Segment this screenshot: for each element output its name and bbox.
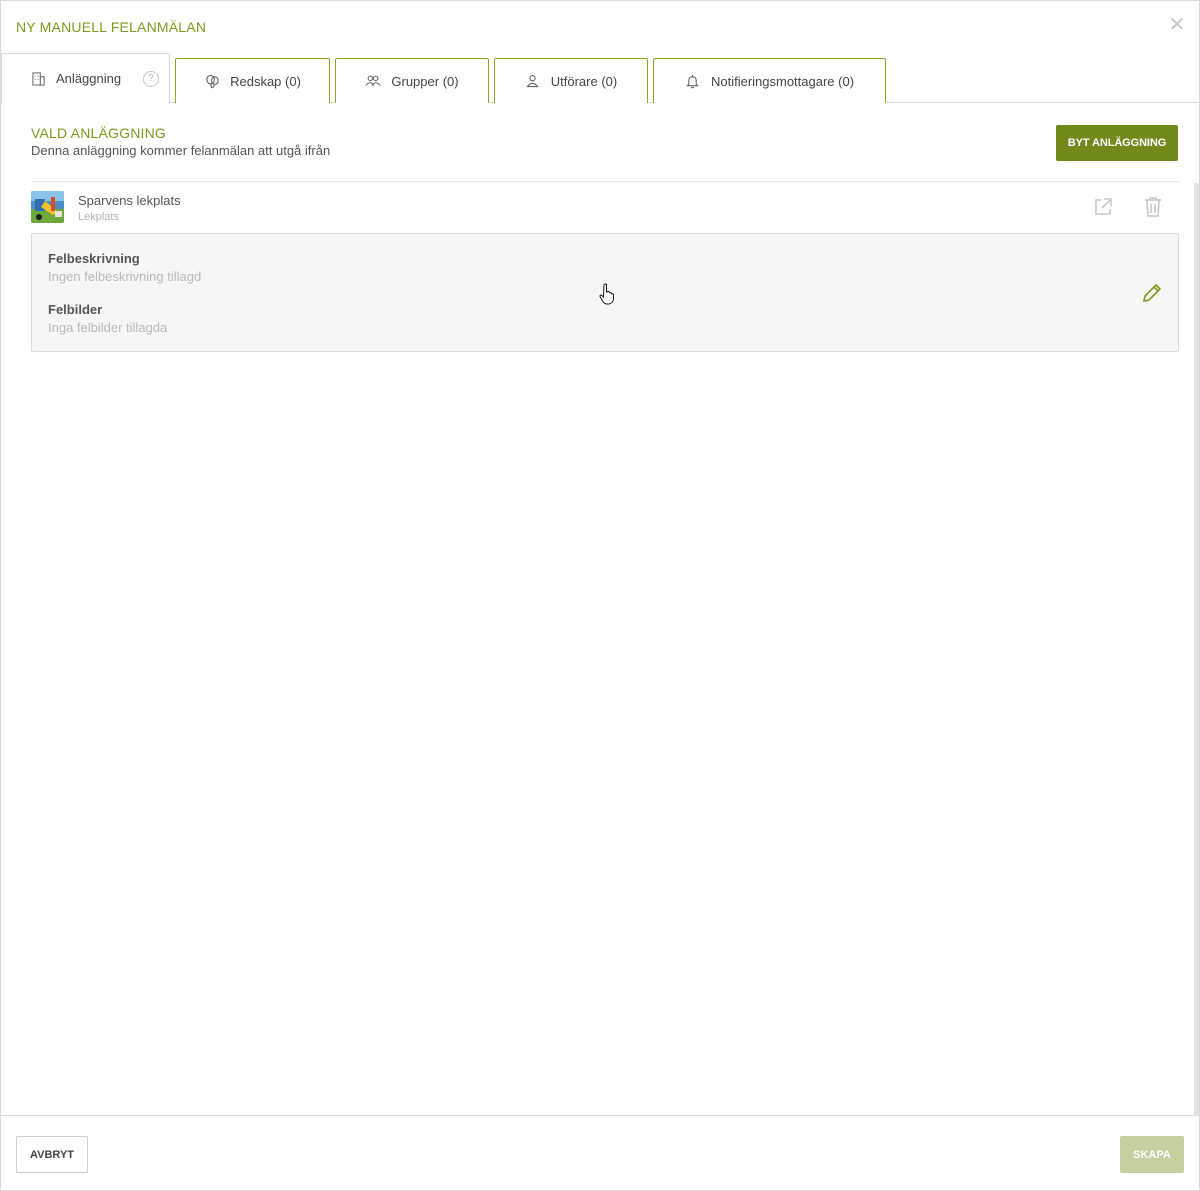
group-icon [365, 73, 381, 89]
selected-facility-header: VALD ANLÄGGNING Denna anläggning kommer … [31, 125, 330, 158]
mouse-cursor [599, 283, 615, 305]
close-icon[interactable]: ✕ [1167, 15, 1187, 35]
facility-name: Sparvens lekplats [78, 193, 181, 208]
tab-bar: Anläggning ? Redskap (0) Grupper (0) Utf… [1, 53, 1199, 104]
facility-thumbnail [31, 191, 64, 223]
question-circle-icon[interactable]: ? [143, 70, 160, 87]
tab-notification-recipients[interactable]: Notifieringsmottagare (0) [653, 58, 886, 103]
description-value: Ingen felbeskrivning tillagd [48, 269, 202, 284]
section-title: VALD ANLÄGGNING [31, 125, 167, 141]
facility-row: Sparvens lekplats Lekplats [31, 191, 1179, 225]
description-label: Felbeskrivning [48, 251, 140, 266]
images-value: Inga felbilder tillagda [48, 320, 168, 335]
tab-facility-label: Anläggning [56, 71, 122, 86]
trash-icon[interactable] [1144, 196, 1162, 218]
tab-groups-label: Grupper (0) [391, 73, 459, 89]
tab-equipment-label: Redskap (0) [230, 73, 301, 89]
section-subtitle: Denna anläggning kommer felanmälan att u… [31, 143, 331, 158]
user-icon [525, 73, 541, 89]
new-fault-report-modal: NY MANUELL FELANMÄLAN ✕ Anläggning ? Red… [0, 0, 1200, 1191]
tab-notification-recipients-label: Notifieringsmottagare (0) [710, 73, 855, 89]
tab-facility[interactable]: Anläggning ? [1, 53, 170, 104]
tab-equipment[interactable]: Redskap (0) [175, 58, 330, 103]
divider [31, 181, 1179, 182]
tab-performers-label: Utförare (0) [550, 73, 618, 89]
modal-header: NY MANUELL FELANMÄLAN ✕ [1, 1, 1199, 53]
cancel-button[interactable]: AVBRYT [16, 1136, 88, 1173]
pencil-icon[interactable] [1141, 282, 1163, 304]
images-label: Felbilder [48, 302, 103, 317]
create-button[interactable]: SKAPA [1120, 1136, 1184, 1173]
bell-icon [685, 73, 701, 89]
modal-title: NY MANUELL FELANMÄLAN [16, 19, 207, 35]
facility-type: Lekplats [78, 211, 119, 223]
external-link-icon[interactable] [1093, 197, 1113, 217]
tab-performers[interactable]: Utförare (0) [494, 58, 648, 103]
scrollbar[interactable] [1194, 183, 1199, 1116]
building-icon [30, 71, 46, 87]
change-facility-button[interactable]: BYT ANLÄGGNING [1056, 125, 1178, 161]
modal-footer: AVBRYT SKAPA [1, 1115, 1199, 1191]
balloons-icon [204, 73, 220, 89]
tab-groups[interactable]: Grupper (0) [335, 58, 489, 103]
